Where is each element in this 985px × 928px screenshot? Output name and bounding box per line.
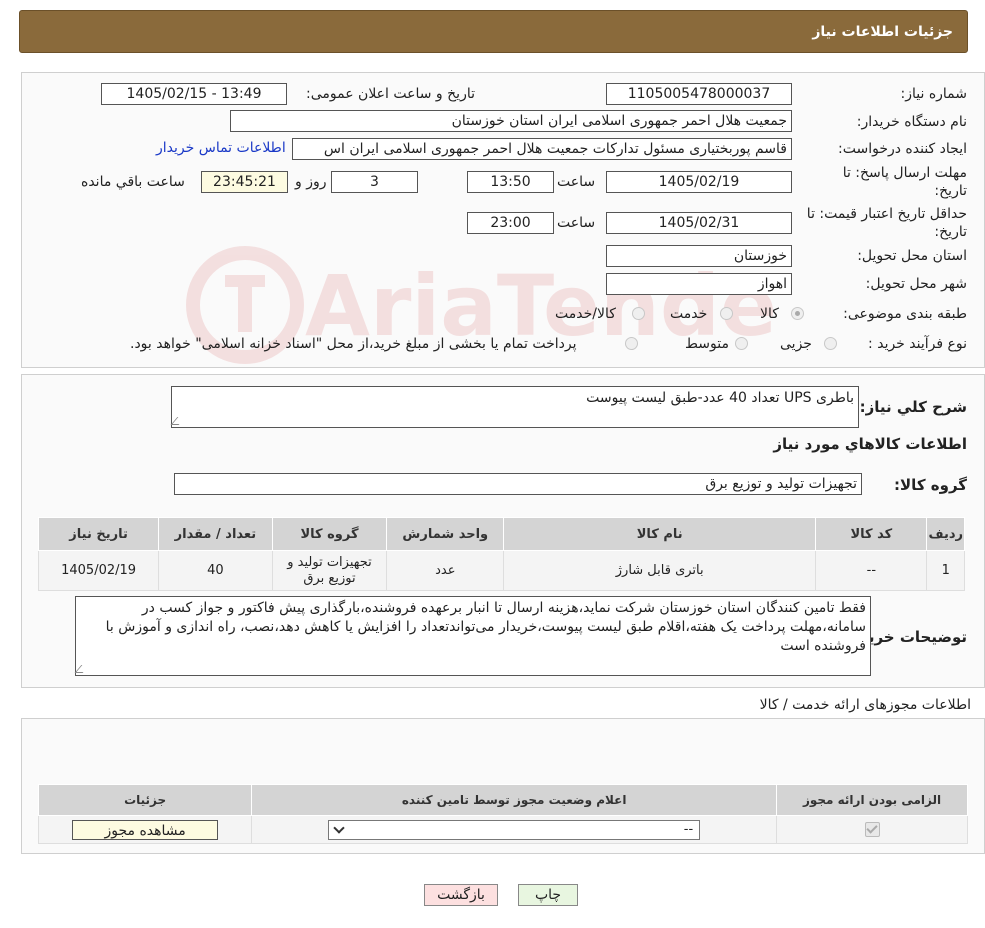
- col-name: نام کالا: [503, 517, 817, 551]
- buyer-org-label: نام دستگاه خریدار:: [856, 114, 967, 130]
- category-label: طبقه بندی موضوعی:: [843, 306, 967, 322]
- category-radio-goods[interactable]: [791, 307, 804, 320]
- permit-required-checkbox: [864, 822, 880, 837]
- day-and-word: روز و: [295, 174, 327, 190]
- process-radio-medium[interactable]: [735, 337, 748, 350]
- deadline-label: مهلت ارسال پاسخ: تا: [842, 165, 967, 181]
- cell-row: 1: [926, 550, 965, 591]
- permits-table-header: الزامی بودن ارائه مجوز اعلام وضعیت مجوز …: [37, 784, 968, 816]
- city-label: شهر محل تحویل:: [865, 276, 967, 292]
- cell-date: 1405/02/19: [37, 550, 160, 591]
- table-row: 1 -- باتری قابل شارژ عدد تجهیزات تولید و…: [37, 550, 965, 591]
- deadline-time-word: ساعت: [557, 174, 596, 190]
- cell-unit: عدد: [386, 550, 505, 591]
- col-code: کد کالا: [815, 517, 928, 551]
- items-table: رديف کد کالا نام کالا واحد شمارش گروه کا…: [37, 517, 965, 591]
- deadline-label-date: تاریخ:: [934, 183, 967, 199]
- category-option-goods: کالا: [760, 306, 779, 322]
- permits-title: اطلاعات مجوزهای ارائه خدمت / کالا: [759, 697, 971, 713]
- col-permit-status: اعلام وضعیت مجوز توسط تامین کننده: [251, 784, 778, 816]
- items-heading: اطلاعات کالاهاي مورد نياز: [773, 435, 967, 453]
- cell-permit-required: [776, 815, 968, 844]
- announce-label: تاریخ و ساعت اعلان عمومی:: [306, 86, 475, 102]
- deadline-time-field: 13:50: [467, 171, 554, 193]
- treasury-checkbox[interactable]: [625, 337, 638, 350]
- col-qty: تعداد / مقدار: [158, 517, 273, 551]
- cell-group: تجهیزات تولید و توزیع برق: [271, 550, 388, 591]
- goods-group-field: تجهیزات تولید و توزیع برق: [174, 473, 862, 495]
- resize-grip-icon[interactable]: [170, 417, 186, 425]
- announce-field: 1405/02/15 - 13:49: [101, 83, 287, 105]
- validity-label: حداقل تاریخ اعتبار قیمت: تا: [806, 206, 967, 222]
- back-button[interactable]: بازگشت: [424, 884, 498, 906]
- table-row: -- مشاهده مجوز: [37, 815, 968, 844]
- buyer-notes-textarea[interactable]: فقط تامین کنندگان استان خوزستان شرکت نما…: [74, 596, 871, 676]
- col-row: رديف: [926, 517, 965, 551]
- creator-field: قاسم پوربختیاری مسئول تدارکات جمعیت هلال…: [292, 138, 792, 160]
- page-title: جزئیات اطلاعات نیاز: [812, 23, 953, 40]
- deadline-date-field: 1405/02/19: [606, 171, 792, 193]
- col-group: گروه کالا: [271, 517, 388, 551]
- cell-permit-status: --: [251, 815, 778, 844]
- category-option-goods-service: کالا/خدمت: [555, 306, 616, 322]
- validity-date-field: 1405/02/31: [606, 212, 792, 234]
- summary-label: شرح کلي نياز:: [859, 398, 967, 416]
- cell-code: --: [815, 550, 928, 591]
- city-field: اهواز: [606, 273, 792, 295]
- province-field: خوزستان: [606, 245, 792, 267]
- summary-text: باطری UPS تعداد 40 عدد-طبق لیست پیوست: [586, 390, 854, 406]
- cell-name: باتری قابل شارژ: [503, 550, 817, 591]
- summary-textarea[interactable]: باطری UPS تعداد 40 عدد-طبق لیست پیوست: [170, 386, 859, 428]
- permit-status-value: --: [683, 822, 694, 837]
- resize-grip-icon[interactable]: [74, 665, 90, 673]
- buyer-org-field: جمعیت هلال احمر جمهوری اسلامی ایران استا…: [230, 110, 792, 132]
- cell-permit-details: مشاهده مجوز: [37, 815, 253, 844]
- page-header: جزئیات اطلاعات نیاز: [19, 10, 968, 53]
- process-label: نوع فرآیند خرید :: [868, 336, 967, 352]
- items-table-header: رديف کد کالا نام کالا واحد شمارش گروه کا…: [37, 517, 965, 551]
- days-count-field: 3: [331, 171, 418, 193]
- process-option-medium: متوسط: [685, 336, 729, 352]
- province-label: استان محل تحویل:: [857, 248, 967, 264]
- process-radio-partial[interactable]: [824, 337, 837, 350]
- goods-group-label: گروه کالا:: [894, 476, 967, 494]
- category-radio-service[interactable]: [720, 307, 733, 320]
- creator-label: ایجاد کننده درخواست:: [838, 141, 967, 157]
- permit-status-select[interactable]: --: [328, 819, 701, 840]
- print-button[interactable]: چاپ: [518, 884, 578, 906]
- col-date: تاریخ نیاز: [37, 517, 160, 551]
- need-number-field: 1105005478000037: [606, 83, 792, 105]
- col-permit-details: جزئیات: [37, 784, 253, 816]
- process-note: پرداخت تمام یا بخشی از مبلغ خرید،از محل …: [130, 336, 577, 352]
- col-unit: واحد شمارش: [386, 517, 505, 551]
- validity-label-date: تاریخ:: [934, 224, 967, 240]
- validity-time-word: ساعت: [557, 215, 596, 231]
- remaining-time-field: 23:45:21: [201, 171, 288, 193]
- permits-table: الزامی بودن ارائه مجوز اعلام وضعیت مجوز …: [37, 784, 968, 844]
- col-permit-required: الزامی بودن ارائه مجوز: [776, 784, 968, 816]
- category-option-service: خدمت: [670, 306, 708, 322]
- category-radio-goods-service[interactable]: [632, 307, 645, 320]
- cell-qty: 40: [158, 550, 273, 591]
- need-number-label: شماره نیاز:: [900, 86, 968, 102]
- process-option-partial: جزیی: [780, 336, 812, 352]
- check-icon: [865, 822, 878, 834]
- buyer-notes-text: فقط تامین کنندگان استان خوزستان شرکت نما…: [105, 600, 866, 654]
- buyer-contact-link[interactable]: اطلاعات تماس خریدار: [156, 140, 286, 156]
- chevron-down-icon: [333, 821, 345, 834]
- view-permit-button[interactable]: مشاهده مجوز: [72, 819, 219, 840]
- validity-time-field: 23:00: [467, 212, 554, 234]
- remaining-word: ساعت باقي مانده: [81, 174, 185, 190]
